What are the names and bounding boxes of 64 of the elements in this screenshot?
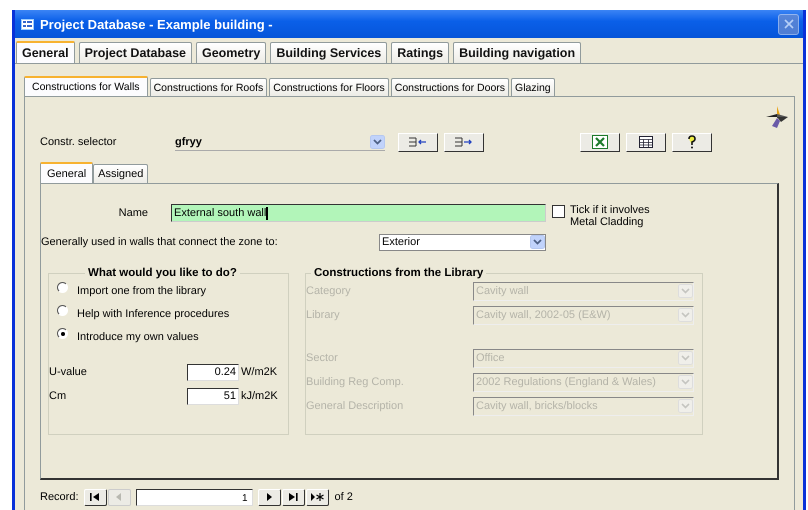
main-tab[interactable]: Geometry [196,42,266,63]
diamond-logo-icon [765,106,789,128]
radio-label: Help with Inference procedures [77,308,230,320]
radio-label: Introduce my own values [77,330,199,342]
group-title: What would you like to do? [87,267,238,279]
spreadsheet-icon [592,135,608,149]
library-field-label: Building Reg Comp. [306,376,405,388]
close-button[interactable] [778,14,799,34]
sub-tab[interactable]: Constructions for Roofs [150,78,268,96]
library-field-label: Category [306,285,352,297]
table-button[interactable] [626,132,666,152]
new-record-icon [310,492,324,502]
unit-label: kJ/m2K [241,390,278,402]
radio-button[interactable] [57,305,68,316]
connects-dropdown[interactable]: Exterior [379,234,546,250]
library-field-label: General Description [306,400,404,412]
table-icon [639,136,653,148]
excel-button[interactable] [580,132,620,152]
group-title: Constructions from the Library [313,267,484,279]
sub-tab[interactable]: Constructions for Doors [390,78,510,96]
record-count: of 2 [334,491,353,503]
help-button[interactable] [672,132,712,152]
radio-label: Import one from the library [77,284,206,296]
inner-tab[interactable]: Assigned [93,164,148,183]
sub-tab[interactable]: Glazing [511,78,555,96]
name-field[interactable]: External south wall [171,204,546,222]
help-icon [687,135,697,149]
form-icon [21,18,34,30]
inner-tab[interactable]: General [40,162,94,183]
value-label: Cm [49,390,68,402]
record-number-field[interactable]: 1 [136,488,253,506]
radio-button[interactable] [57,328,68,339]
last-record-button[interactable] [282,488,305,506]
main-tab[interactable]: Building Services [270,42,388,63]
record-label: Record: [40,491,79,503]
library-field-label: Sector [306,352,339,364]
export-button[interactable] [444,132,484,152]
window-title: Project Database - Example building - [40,16,273,32]
new-record-button[interactable] [306,488,329,506]
first-record-button[interactable] [84,488,107,506]
radio-button[interactable] [57,282,68,293]
selector-label: Constr. selector [40,136,118,148]
value-field[interactable]: 0.24 [187,364,239,380]
arrow-right-icon [454,136,474,148]
metal-cladding-checkbox[interactable] [552,205,565,218]
sub-tab[interactable]: Constructions for Floors [269,78,389,96]
import-button[interactable] [398,132,438,152]
library-field-label: Library [306,309,341,321]
name-label: Name [118,207,149,219]
main-tab[interactable]: General [16,41,75,63]
unit-label: W/m2K [241,366,278,378]
value-field[interactable]: 51 [187,388,239,404]
arrow-right-icon [286,492,300,502]
main-tab[interactable]: Project Database [78,42,192,63]
connects-label: Generally used in walls that connect the zone to: [41,236,279,248]
main-tab[interactable]: Building navigation [453,42,582,63]
value-label: U-value [49,366,88,378]
arrow-left-icon [408,136,428,148]
main-tab[interactable]: Ratings [391,42,450,63]
close-icon [782,18,794,30]
selector-dropdown[interactable]: gfryy [175,133,385,151]
next-record-button[interactable] [258,488,281,506]
checkbox-label: Tick if it involves Metal Cladding [570,204,651,228]
sub-tab[interactable]: Constructions for Walls [24,76,148,96]
